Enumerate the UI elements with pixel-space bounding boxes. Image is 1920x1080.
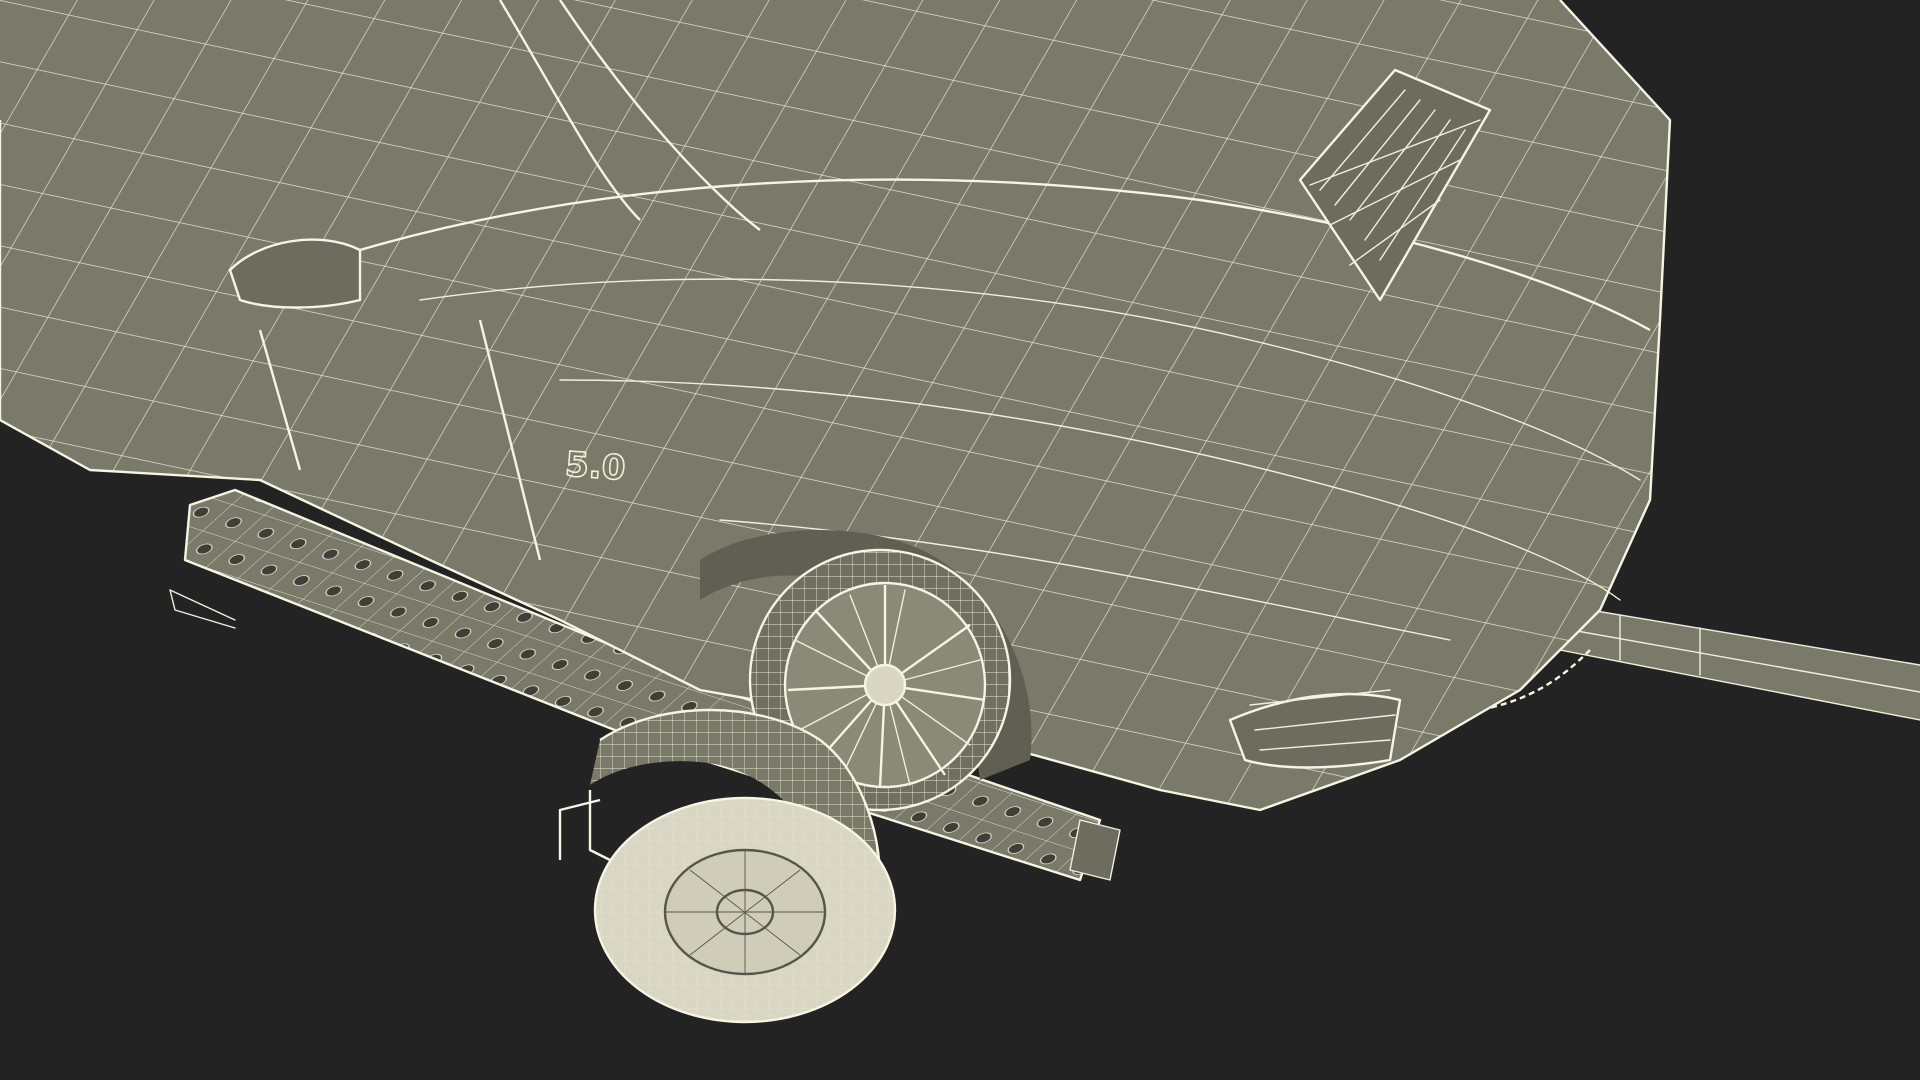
- wireframe-scene: 5.0: [0, 0, 1920, 1024]
- fender-badge: 5.0: [564, 445, 627, 489]
- render-viewport: 5.0: [0, 0, 1920, 1080]
